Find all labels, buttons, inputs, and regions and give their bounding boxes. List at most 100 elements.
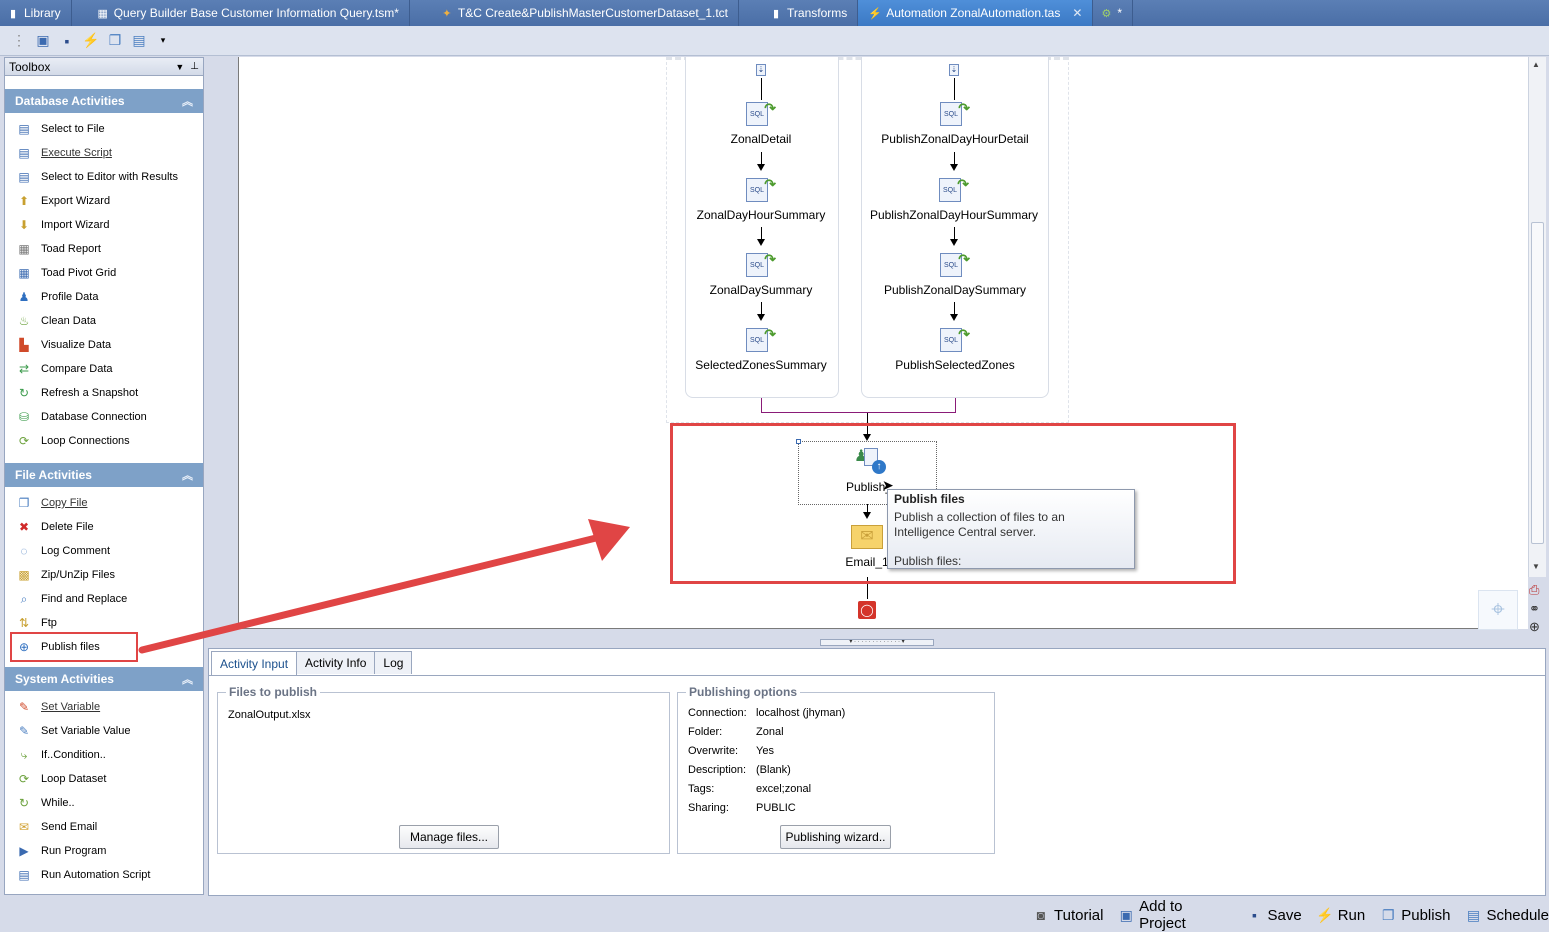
tab-activity-info[interactable]: Activity Info xyxy=(296,651,376,674)
toolbox-item-import-wizard[interactable]: ⬇ Import Wizard xyxy=(15,213,203,237)
publish-button[interactable]: ❐ Publish xyxy=(1379,906,1450,924)
profile-icon: ♟ xyxy=(18,290,30,304)
toolbox-item-set-variable[interactable]: ✎ Set Variable xyxy=(15,695,203,719)
collapse-icon[interactable]: ︽ xyxy=(182,93,193,109)
toolbox-item-copy-file[interactable]: ❐ Copy File xyxy=(15,491,203,515)
pin-icon[interactable]: ⊥ xyxy=(190,61,199,72)
collapse-icon[interactable]: ︽ xyxy=(182,467,193,483)
ftp-icon: ⇅ xyxy=(18,616,30,630)
tab-activity-input[interactable]: Activity Input xyxy=(211,651,298,675)
database-icon: ⛁ xyxy=(18,410,30,424)
toolbox-item-loop-dataset[interactable]: ⟳ Loop Dataset xyxy=(15,767,203,791)
run-icon: ⚡ xyxy=(1315,906,1334,923)
action-bar: ◙ Tutorial ▣ Add to Project ▪ Save ⚡ Run ❐ Pu… xyxy=(1032,898,1549,932)
tab-automation[interactable]: ⚡ Automation ZonalAutomation.tas ✕ xyxy=(858,0,1094,26)
node-selected-zones-summary[interactable]: SQL ↷ SelectedZonesSummary xyxy=(690,326,832,372)
toolbox-item-visualize-data[interactable]: ▙ Visualize Data xyxy=(15,333,203,357)
category-file-activities[interactable]: File Activities ︽ xyxy=(5,463,203,487)
run-button[interactable]: ⚡ Run xyxy=(1315,906,1365,924)
toolbox-panel: Toolbox ▼ ⊥ Database Activities ︽ ▤ Select… xyxy=(4,57,204,895)
toolbox-item-while[interactable]: ↻ While.. xyxy=(15,791,203,815)
schedule-button[interactable]: ▤ Schedule xyxy=(1464,906,1549,924)
tab-pending[interactable]: ⚙ * xyxy=(1093,0,1134,26)
sql-script-icon: SQL ↷ xyxy=(940,100,970,128)
node-zonal-detail[interactable]: SQL ↷ ZonalDetail xyxy=(700,100,822,146)
tab-query-builder[interactable]: ▦ Query Builder Base Customer Information… xyxy=(72,0,410,26)
tct-icon: ✦ xyxy=(442,7,452,20)
toolbox-item-compare-data[interactable]: ⇄ Compare Data xyxy=(15,357,203,381)
publishing-wizard-button[interactable]: Publishing wizard.. xyxy=(780,825,891,849)
save-icon[interactable]: ▪ xyxy=(58,32,76,50)
files-to-publish-group: Files to publish ZonalOutput.xlsx Manage… xyxy=(217,685,670,854)
tab-tct[interactable]: ✦ T&C Create&PublishMasterCustomerDataset… xyxy=(410,0,740,26)
sql-script-icon: SQL ↷ xyxy=(940,251,970,279)
category-database-activities[interactable]: Database Activities ︽ xyxy=(5,89,203,113)
option-sharing: Sharing: PUBLIC xyxy=(688,802,796,814)
tab-log[interactable]: Log xyxy=(374,651,413,674)
stop-icon[interactable]: ◯ xyxy=(858,601,876,619)
toolbox-item-run-automation-script[interactable]: ▤ Run Automation Script xyxy=(15,863,203,887)
tab-library[interactable]: ▮ Library xyxy=(0,0,72,26)
new-icon[interactable]: ▣ xyxy=(34,32,52,50)
toolbox-item-export-wizard[interactable]: ⬆ Export Wizard xyxy=(15,189,203,213)
sql-script-icon: SQL ↷ xyxy=(940,326,970,354)
node-zonal-day-hour-summary[interactable]: SQL ↷ ZonalDayHourSummary xyxy=(690,176,832,222)
sql-script-icon: SQL ↷ xyxy=(939,176,969,204)
scroll-up-icon[interactable]: ▲ xyxy=(1532,60,1540,69)
scroll-thumb[interactable] xyxy=(1531,222,1544,544)
overview-map-icon[interactable]: ⌖ xyxy=(1478,590,1518,630)
refresh-icon: ↻ xyxy=(18,386,30,400)
node-publish-zonal-day-hour-summary[interactable]: SQL ↷ PublishZonalDayHourSummary xyxy=(865,176,1043,222)
canvas-vertical-scrollbar[interactable]: ▲ ▼ xyxy=(1528,57,1546,577)
save-button[interactable]: ▪ Save xyxy=(1246,906,1302,924)
toolbox-item-run-program[interactable]: ▶ Run Program xyxy=(15,839,203,863)
node-publish-zonal-day-hour-detail[interactable]: SQL ↷ PublishZonalDayHourDetail xyxy=(870,100,1040,146)
report-icon: ▦ xyxy=(18,242,30,256)
compare-icon: ⇄ xyxy=(18,362,30,376)
toolbox-item-select-to-file[interactable]: ▤ Select to File xyxy=(15,117,203,141)
toolbox-item-set-variable-value[interactable]: ✎ Set Variable Value xyxy=(15,719,203,743)
node-publish-zonal-day-summary[interactable]: SQL ↷ PublishZonalDaySummary xyxy=(870,251,1040,297)
toolbox-item-database-connection[interactable]: ⛁ Database Connection xyxy=(15,405,203,429)
tab-transforms[interactable]: ▮ Transforms xyxy=(739,0,859,26)
node-publish-selected-zones[interactable]: SQL ↷ PublishSelectedZones xyxy=(870,326,1040,372)
grip-icon: ⋮ xyxy=(12,32,26,48)
collapse-icon[interactable]: ︽ xyxy=(182,671,193,687)
binoculars-icon[interactable]: ⚭ xyxy=(1529,601,1540,617)
database-activities-list: ▤ Select to File ▤ Execute Script ▤ Select … xyxy=(5,113,203,457)
toolbox-item-if-condition[interactable]: ⤷ If..Condition.. xyxy=(15,743,203,767)
node-zonal-day-summary[interactable]: SQL ↷ ZonalDaySummary xyxy=(690,251,832,297)
zoom-icon[interactable]: ⊕ xyxy=(1529,619,1540,635)
save-icon: ▪ xyxy=(1252,907,1257,923)
toolbox-item-loop-connections[interactable]: ⟳ Loop Connections xyxy=(15,429,203,453)
dropdown-icon[interactable]: ▼ xyxy=(175,62,184,72)
tutorial-button[interactable]: ◙ Tutorial xyxy=(1032,906,1104,924)
camera-icon: ◙ xyxy=(1036,907,1046,923)
branch-start-icon: ⇣ xyxy=(756,64,766,76)
toolbox-item-toad-pivot-grid[interactable]: ▦ Toad Pivot Grid xyxy=(15,261,203,285)
option-connection: Connection: localhost (jhyman) xyxy=(688,707,846,719)
file-list-item[interactable]: ZonalOutput.xlsx xyxy=(228,709,311,721)
schedule-icon[interactable]: ▤ xyxy=(130,32,148,50)
toolbox-item-refresh-snapshot[interactable]: ↻ Refresh a Snapshot xyxy=(15,381,203,405)
close-icon[interactable]: ✕ xyxy=(1072,6,1082,20)
print-icon[interactable]: ⎙ xyxy=(1529,582,1539,598)
dropdown-icon[interactable]: ▾ xyxy=(154,32,172,50)
scroll-down-icon[interactable]: ▼ xyxy=(1532,562,1540,571)
copy-file-icon: ❐ xyxy=(18,496,30,510)
toolbox-item-clean-data[interactable]: ♨ Clean Data xyxy=(15,309,203,333)
email-icon: ✉ xyxy=(18,820,30,834)
category-system-activities[interactable]: System Activities ︽ xyxy=(5,667,203,691)
branch-start-icon: ⇣ xyxy=(949,64,959,76)
copy-icon[interactable]: ❐ xyxy=(106,32,124,50)
manage-files-button[interactable]: Manage files... xyxy=(399,825,499,849)
toolbox-item-send-email[interactable]: ✉ Send Email xyxy=(15,815,203,839)
toolbox-item-select-to-editor[interactable]: ▤ Select to Editor with Results xyxy=(15,165,203,189)
panel-splitter[interactable]: ▾ · · · · · · · · · · · · · ▾ xyxy=(208,637,1546,647)
toolbox-item-execute-script[interactable]: ▤ Execute Script xyxy=(15,141,203,165)
document-tab-bar: ▮ Library ▦ Query Builder Base Customer In… xyxy=(0,0,1549,26)
toolbox-item-toad-report[interactable]: ▦ Toad Report xyxy=(15,237,203,261)
toolbox-item-profile-data[interactable]: ♟ Profile Data xyxy=(15,285,203,309)
run-icon[interactable]: ⚡ xyxy=(82,32,100,50)
add-to-project-button[interactable]: ▣ Add to Project xyxy=(1117,898,1231,932)
